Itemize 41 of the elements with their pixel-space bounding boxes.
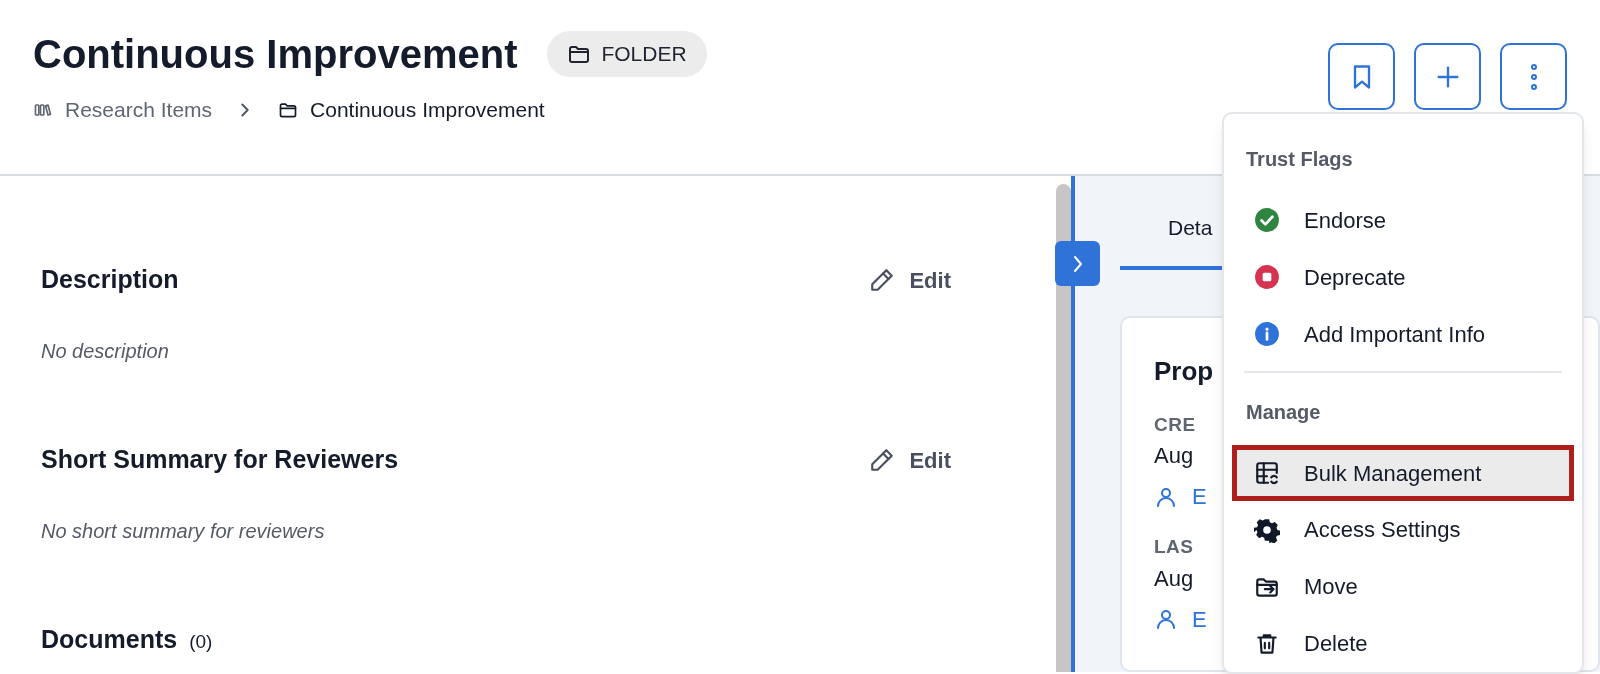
more-icon xyxy=(1529,62,1538,91)
gear-icon xyxy=(1254,516,1280,543)
breadcrumb-link[interactable]: Research Items xyxy=(33,94,213,126)
field-label: CRE xyxy=(1154,412,1196,437)
pencil-icon xyxy=(869,447,896,473)
field-value: Aug xyxy=(1154,564,1194,593)
section-heading: Short Summary for Reviewers xyxy=(41,444,399,476)
edit-button[interactable]: Edit xyxy=(869,263,951,297)
item-count: (0) xyxy=(189,630,213,655)
expand-button[interactable] xyxy=(1055,241,1100,286)
person-icon xyxy=(1154,607,1178,631)
add-button[interactable] xyxy=(1414,43,1481,110)
menu-item[interactable]: Access Settings xyxy=(1232,501,1574,559)
info-icon xyxy=(1254,321,1280,348)
pencil-icon xyxy=(869,267,896,293)
user-link[interactable]: E xyxy=(1154,602,1207,636)
bookmark-button[interactable] xyxy=(1328,43,1395,110)
scrollbar[interactable] xyxy=(1056,184,1071,672)
menu-item[interactable]: Add Important Info xyxy=(1232,305,1574,363)
user-link[interactable]: E xyxy=(1154,480,1207,513)
empty-message: No description xyxy=(41,339,170,364)
edit-button[interactable]: Edit xyxy=(869,443,951,477)
menu-group-heading: Trust Flags xyxy=(1245,147,1354,172)
section-heading: Documents xyxy=(41,624,178,656)
section-heading: Description xyxy=(41,264,179,296)
menu-item[interactable]: Delete xyxy=(1232,615,1574,672)
field-label: LAS xyxy=(1154,535,1194,559)
field-value: Aug xyxy=(1154,442,1194,470)
breadcrumb-link[interactable]: Continuous Improvement xyxy=(278,94,545,126)
stop-circle-icon xyxy=(1254,264,1280,291)
check-circle-icon xyxy=(1254,207,1280,234)
page-title: Continuous Improvement xyxy=(33,31,518,78)
more-button[interactable] xyxy=(1500,43,1567,110)
menu-item[interactable]: Move xyxy=(1232,558,1574,616)
type-badge: FOLDER xyxy=(547,31,707,77)
chevron-right-icon xyxy=(1072,254,1083,273)
empty-message: No short summary for reviewers xyxy=(41,519,326,544)
menu-group-heading: Manage xyxy=(1245,399,1322,425)
table-icon xyxy=(1254,460,1280,486)
menu-item[interactable]: Bulk Management xyxy=(1232,444,1574,502)
card-title: Prop xyxy=(1154,354,1215,388)
